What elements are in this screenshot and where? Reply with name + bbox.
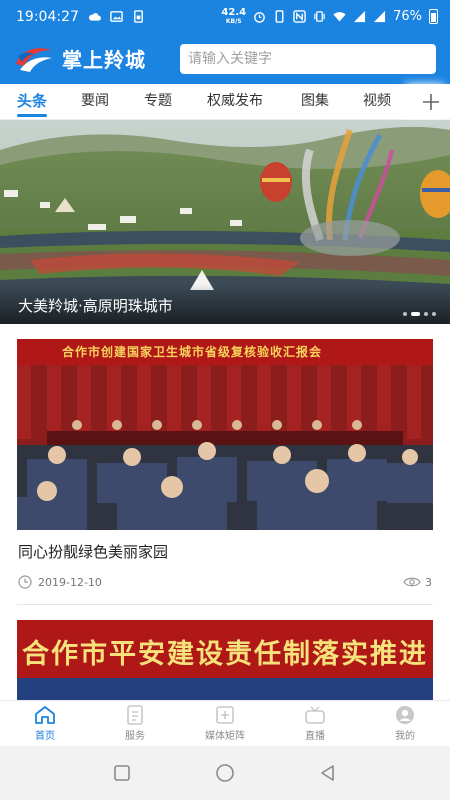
back-icon[interactable] — [317, 762, 339, 784]
app-title: 掌上羚城 — [62, 48, 146, 72]
tab-topics[interactable]: 专题 — [144, 84, 172, 120]
image-banner-text: 合作市创建国家卫生城市省级复核验收汇报会 — [62, 345, 323, 359]
news-title[interactable]: 同心扮靓绿色美丽家园 — [18, 541, 168, 562]
status-bar: 19:04:27 42.4 KB/S 76% — [0, 0, 450, 33]
news-item-image[interactable]: 合作市创建国家卫生城市省级复核验收汇报会 — [17, 339, 433, 530]
nav-profile-label: 我的 — [395, 731, 415, 742]
wifi-icon — [333, 12, 346, 22]
banner-caption: 大美羚城·高原明珠城市 — [18, 297, 173, 315]
home-button-icon[interactable] — [214, 762, 236, 784]
search-input[interactable] — [180, 43, 436, 74]
category-tabs: 头条 要闻 专题 权威发布 图集 视频 — [0, 84, 450, 120]
alarm-icon — [254, 12, 265, 23]
app-header: 掌上羚城 — [0, 33, 450, 84]
meeting-photo — [17, 339, 433, 530]
nav-home[interactable]: 首页 — [0, 701, 90, 746]
feed-divider — [17, 604, 433, 605]
carousel-dot — [432, 312, 436, 316]
image-banner-text-2: 合作市平安建设责任制落实推进 — [22, 639, 428, 670]
app-logo-icon — [16, 47, 52, 72]
nav-media-matrix-label: 媒体矩阵 — [205, 731, 245, 742]
view-count-value: 3 — [425, 575, 432, 589]
add-tab-button[interactable] — [412, 84, 450, 119]
tab-official-releases[interactable]: 权威发布 — [207, 84, 263, 120]
status-time: 19:04:27 — [16, 8, 79, 25]
nav-home-label: 首页 — [35, 731, 55, 742]
banner-carousel[interactable]: 大美羚城·高原明珠城市 — [0, 120, 450, 324]
phone-icon — [275, 10, 284, 23]
news-meta: 2019-12-10 3 — [18, 575, 432, 589]
news-date: 2019-12-10 — [38, 575, 102, 589]
signal-icon — [354, 10, 366, 23]
recent-apps-icon[interactable] — [111, 762, 133, 784]
carousel-dot — [424, 312, 428, 316]
nav-live-label: 直播 — [305, 731, 325, 742]
nav-profile[interactable]: 我的 — [360, 701, 450, 746]
carousel-indicator — [403, 312, 436, 316]
nav-service-label: 服务 — [125, 731, 145, 742]
bottom-navigation: 首页 服务 媒体矩阵 直播 我的 — [0, 700, 450, 746]
tab-gallery[interactable]: 图集 — [301, 84, 329, 120]
nav-live[interactable]: 直播 — [270, 701, 360, 746]
eye-icon — [403, 577, 421, 587]
tab-headlines[interactable]: 头条 — [17, 84, 48, 120]
nav-media-matrix[interactable]: 媒体矩阵 — [180, 701, 270, 746]
media-matrix-icon — [216, 706, 234, 724]
nav-service[interactable]: 服务 — [90, 701, 180, 746]
nfc-icon — [293, 10, 306, 23]
view-count: 3 — [403, 576, 432, 589]
tab-important-news[interactable]: 要闻 — [81, 84, 109, 120]
network-speed: 42.4 KB/S — [221, 7, 247, 26]
carousel-dot-active — [411, 312, 420, 316]
vibrate-icon — [314, 11, 325, 22]
plus-icon — [423, 93, 439, 110]
sim-icon — [133, 10, 143, 23]
tab-video[interactable]: 视频 — [363, 84, 391, 120]
signal-icon-2 — [374, 10, 386, 23]
battery-icon — [429, 9, 438, 24]
cloud-icon — [88, 13, 101, 21]
news-item-image-2[interactable]: 合作市平安建设责任制落实推进 — [17, 620, 433, 700]
home-icon — [35, 706, 55, 724]
battery-percent: 76% — [393, 9, 422, 24]
live-icon — [305, 706, 325, 724]
carousel-dot — [403, 312, 407, 316]
image-icon — [110, 11, 123, 22]
service-icon — [127, 705, 143, 725]
system-navigation-bar — [0, 746, 450, 800]
profile-icon — [396, 706, 414, 724]
clock-icon — [18, 575, 32, 589]
